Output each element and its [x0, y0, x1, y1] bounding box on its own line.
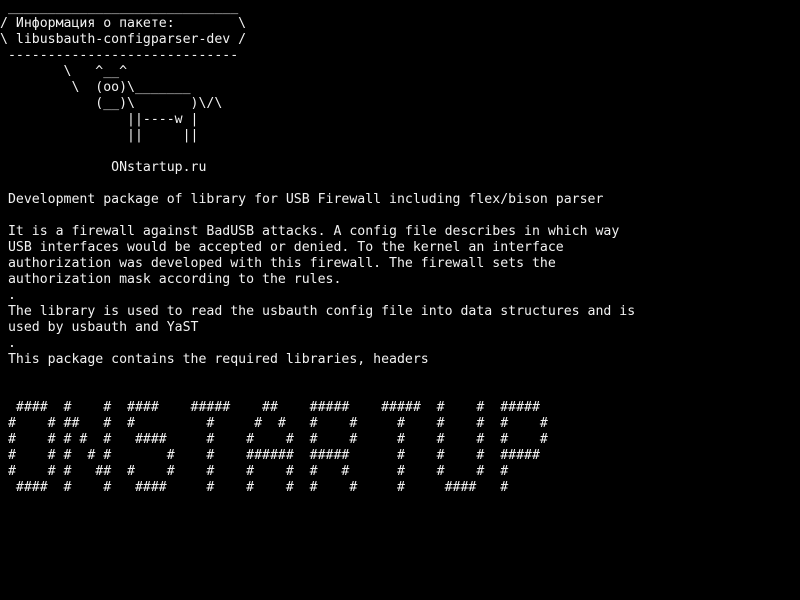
cowsay-line: / Информация о пакете: \	[0, 16, 247, 31]
cowsay-line: \ ^__^	[0, 64, 128, 79]
ascii-banner-line: # # # # # # # ###### ##### # # # #####	[0, 448, 540, 463]
ascii-banner-line: #### # # #### ##### ## ##### ##### # # #…	[0, 400, 540, 415]
description-line: used by usbauth and YaST	[0, 320, 199, 335]
site-credit: ONstartup.ru	[0, 160, 207, 175]
terminal-screen[interactable]: _____________________________ / Информац…	[0, 0, 800, 600]
cowsay-line: \ libusbauth-configparser-dev /	[0, 32, 247, 47]
description-line: .	[0, 336, 16, 351]
cowsay-line: || ||	[0, 128, 199, 143]
cowsay-line: _____________________________	[0, 0, 239, 15]
description-line: It is a firewall against BadUSB attacks.…	[0, 224, 620, 239]
description-line: authorization mask according to the rule…	[0, 272, 342, 287]
ascii-banner-line: # # ## # # # # # # # # # # # #	[0, 416, 548, 431]
cowsay-line: (__)\ )\/\	[0, 96, 223, 111]
ascii-banner-line: #### # # #### # # # # # # #### #	[0, 480, 509, 495]
ascii-banner-line: # # # # # #### # # # # # # # # # #	[0, 432, 548, 447]
description-line: This package contains the required libra…	[0, 352, 429, 367]
description-line: authorization was developed with this fi…	[0, 256, 556, 271]
description-line: USB interfaces would be accepted or deni…	[0, 240, 564, 255]
description-line: .	[0, 288, 16, 303]
description-line: Development package of library for USB F…	[0, 192, 604, 207]
cowsay-line: \ (oo)\_______	[0, 80, 191, 95]
description-line: The library is used to read the usbauth …	[0, 304, 636, 319]
cowsay-line: -----------------------------	[0, 48, 239, 63]
cowsay-line: ||----w |	[0, 112, 199, 127]
ascii-banner-line: # # # ## # # # # # # # # # # #	[0, 464, 509, 479]
